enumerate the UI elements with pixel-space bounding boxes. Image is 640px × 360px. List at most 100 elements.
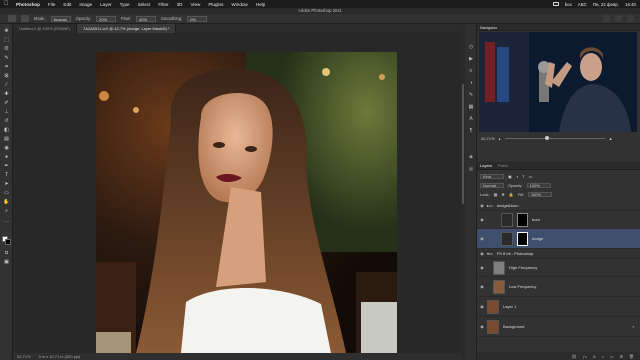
menu-help[interactable]: Help xyxy=(256,2,265,7)
tab-untitled[interactable]: Untitled-1 @ 100% (RGB/8*) xyxy=(13,24,77,33)
rectangle-tool-icon[interactable]: ▭ xyxy=(3,190,10,196)
lock-all-icon[interactable]: 🔒 xyxy=(509,192,514,197)
keyboard-layout[interactable]: ABC xyxy=(578,2,587,7)
tab-active-document[interactable]: 7A1A0911.cr2 @ 42,7% (dodge, Layer Mask/… xyxy=(76,24,177,33)
eye-icon[interactable]: ◉ xyxy=(477,217,487,222)
crop-tool-icon[interactable]: ⌗ xyxy=(3,64,10,70)
menu-type[interactable]: Type xyxy=(120,2,130,7)
smoothing-field[interactable]: 0% xyxy=(187,15,208,22)
eye-icon[interactable]: ◉ xyxy=(477,324,487,329)
lasso-tool-icon[interactable]: ʘ xyxy=(3,46,10,52)
eraser-tool-icon[interactable]: ◧ xyxy=(3,127,10,133)
share-icon[interactable] xyxy=(627,15,634,22)
document-photo[interactable] xyxy=(96,52,397,353)
menu-image[interactable]: Image xyxy=(79,2,92,7)
brush-tool-icon[interactable]: ✐ xyxy=(3,100,10,106)
box-status[interactable]: box xyxy=(565,2,572,7)
actions-panel-icon[interactable]: ▶ xyxy=(468,56,474,62)
screen-mode-icon[interactable]: ▣ xyxy=(3,259,10,265)
mode-select[interactable]: Normal xyxy=(50,15,71,22)
zoom-tool-icon[interactable]: ⌕ xyxy=(3,208,10,214)
properties-panel-icon[interactable]: ≡ xyxy=(468,68,474,74)
frame-tool-icon[interactable]: ⊠ xyxy=(3,73,10,79)
brush-settings-icon[interactable] xyxy=(21,15,29,22)
more-tools-icon[interactable]: ⋯ xyxy=(3,219,10,225)
zoom-slider-knob[interactable] xyxy=(544,135,549,140)
blend-mode-select[interactable]: Normal xyxy=(480,182,504,188)
menu-app-name[interactable]: Photoshop xyxy=(16,2,40,7)
tab-paths[interactable]: Paths xyxy=(498,162,508,169)
layer-mask-thumbnail[interactable] xyxy=(517,231,528,246)
menu-3d[interactable]: 3D xyxy=(177,2,183,7)
new-adjustment-icon[interactable]: ◑ xyxy=(601,354,603,359)
menu-select[interactable]: Select xyxy=(138,2,151,7)
history-brush-icon[interactable]: ↺ xyxy=(3,118,10,124)
layer-row-layer-1[interactable]: ◉ Layer 1 xyxy=(477,297,640,317)
layer-row-high-frequency[interactable]: ◉ High Frequency xyxy=(477,259,640,277)
quick-select-icon[interactable]: ✎ xyxy=(3,55,10,61)
filter-pixel-icon[interactable]: ▣ xyxy=(508,174,512,179)
move-tool-icon[interactable]: ✥ xyxy=(3,28,10,34)
status-zoom[interactable]: 42,71% xyxy=(17,353,31,360)
background-color-swatch[interactable] xyxy=(5,239,11,245)
path-select-icon[interactable]: ➤ xyxy=(3,181,10,187)
navigator-zoom-value[interactable]: 42,71% xyxy=(481,136,495,141)
battery-icon[interactable] xyxy=(552,2,559,6)
eye-icon[interactable]: ◉ xyxy=(477,284,487,289)
type-tool-icon[interactable]: T xyxy=(3,172,10,178)
layer-opacity-field[interactable]: 100% xyxy=(526,182,551,188)
apple-icon[interactable]:  xyxy=(4,1,10,7)
eye-icon[interactable]: ◉ xyxy=(477,251,487,256)
eyedropper-icon[interactable]: ⁄ xyxy=(3,82,10,88)
layer-group-row[interactable]: ◉ ▾▭ FS 8 bit - Photoshop xyxy=(477,249,640,259)
menu-view[interactable]: View xyxy=(190,2,200,7)
fx-icon[interactable]: ƒx xyxy=(583,354,587,359)
add-mask-icon[interactable]: ◘ xyxy=(593,354,595,359)
paragraph-panel-icon[interactable]: ¶ xyxy=(468,128,474,134)
lock-icon[interactable]: ▪ xyxy=(633,324,634,329)
filter-shape-icon[interactable]: ▭ xyxy=(529,174,533,179)
channels-panel-icon[interactable]: ◎ xyxy=(468,166,474,172)
search-icon[interactable] xyxy=(603,15,610,22)
menu-file[interactable]: File xyxy=(48,2,55,7)
layer-mask-thumbnail[interactable] xyxy=(517,212,528,227)
layer-filter-select[interactable]: Kind xyxy=(480,173,504,179)
new-layer-icon[interactable]: ⊞ xyxy=(620,354,623,359)
zoom-out-icon[interactable]: ▴ xyxy=(499,136,501,141)
opacity-field[interactable]: 20% xyxy=(96,15,117,22)
adjustments-panel-icon[interactable]: ◑ xyxy=(468,80,474,86)
layer-row-burn[interactable]: ◉ burn xyxy=(477,211,640,229)
eye-icon[interactable]: ◉ xyxy=(477,304,487,309)
healing-brush-icon[interactable]: ✚ xyxy=(3,91,10,97)
menu-filter[interactable]: Filter xyxy=(158,2,168,7)
new-group-icon[interactable]: ▭ xyxy=(610,354,614,359)
flow-field[interactable]: 40% xyxy=(136,15,157,22)
eye-icon[interactable]: ◉ xyxy=(477,203,487,208)
eye-icon[interactable]: ◉ xyxy=(477,236,487,241)
navigator-preview[interactable] xyxy=(479,32,637,132)
eye-icon[interactable]: ◉ xyxy=(477,265,487,270)
quick-mask-icon[interactable]: ◘ xyxy=(3,250,10,256)
layer-row-dodge[interactable]: ◉ dodge xyxy=(477,229,640,249)
canvas-area[interactable] xyxy=(13,33,461,353)
history-panel-icon[interactable]: ◷ xyxy=(468,44,474,50)
layer-fill-field[interactable]: 100% xyxy=(527,191,552,197)
scrollbar-thumb[interactable] xyxy=(462,84,464,204)
workspace-icon[interactable] xyxy=(615,15,622,22)
brushes-panel-icon[interactable]: ✎ xyxy=(468,92,474,98)
lock-pixels-icon[interactable]: ▦ xyxy=(494,192,498,197)
brush-preset-icon[interactable] xyxy=(8,15,16,22)
character-panel-icon[interactable]: A xyxy=(468,116,474,122)
navigator-zoom-slider[interactable] xyxy=(504,135,605,140)
menu-edit[interactable]: Edit xyxy=(63,2,71,7)
hand-tool-icon[interactable]: ✋ xyxy=(3,199,10,205)
menu-date[interactable]: Пн, 22 февр. xyxy=(593,2,619,7)
link-layers-icon[interactable]: ⛓ xyxy=(572,354,577,359)
layer-row-background[interactable]: ◉ Background ▪ xyxy=(477,317,640,337)
pen-tool-icon[interactable]: ✒ xyxy=(3,163,10,169)
layer-row-low-frequency[interactable]: ◉ Low Frequency xyxy=(477,277,640,297)
menu-layer[interactable]: Layer xyxy=(100,2,112,7)
menu-time[interactable]: 16:40 xyxy=(625,2,636,7)
layers-panel-icon[interactable]: ◈ xyxy=(468,154,474,160)
menu-plugins[interactable]: Plugins xyxy=(208,2,223,7)
